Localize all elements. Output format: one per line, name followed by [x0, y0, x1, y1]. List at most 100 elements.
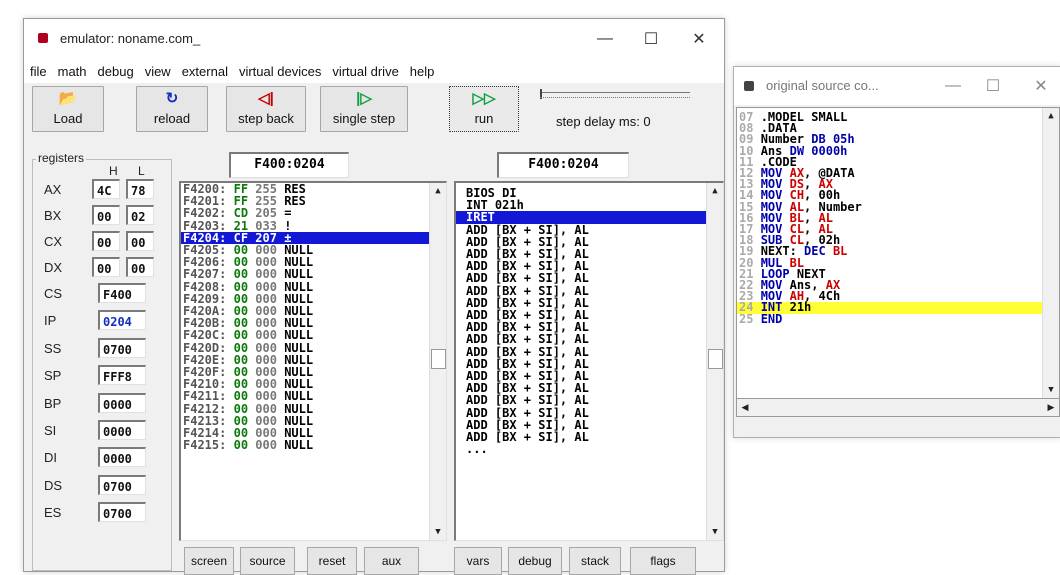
single-step-label: single step	[332, 111, 396, 126]
aux-button[interactable]: aux	[364, 547, 419, 575]
register-dx-low[interactable]: 00	[126, 257, 154, 277]
register-ip-value[interactable]: 0204	[98, 310, 146, 331]
emulator-app-icon	[38, 33, 48, 43]
register-label-bx: BX	[44, 208, 62, 223]
scroll-thumb[interactable]	[431, 349, 446, 369]
close-button[interactable]: ✕	[676, 19, 722, 59]
memory-list[interactable]: F4200: FF 255 RES F4201: FF 255 RES F4202:…	[179, 181, 447, 541]
register-label-cs: CS	[44, 286, 63, 301]
run-button[interactable]: ▷▷ run	[449, 86, 519, 132]
register-label-ip: IP	[44, 313, 57, 329]
memory-char-value: NULL	[284, 438, 314, 453]
register-ax-high[interactable]: 4C	[92, 179, 120, 199]
scroll-down-icon[interactable]: ▼	[1043, 382, 1059, 398]
stack-button[interactable]: stack	[569, 547, 621, 575]
source-token: END	[760, 311, 783, 326]
register-label-cx: CX	[44, 234, 63, 249]
vars-button[interactable]: vars	[454, 547, 502, 575]
register-sp-value[interactable]: FFF8	[98, 365, 146, 386]
register-cx-high[interactable]: 00	[92, 231, 120, 251]
title-bar[interactable]: emulator: noname.com_ — ☐ ✕	[24, 19, 724, 59]
register-bp-value[interactable]: 0000	[98, 392, 146, 413]
memory-address: F4215:	[183, 438, 227, 453]
load-button[interactable]: 📂 Load	[32, 86, 104, 132]
menu-item-math[interactable]: math	[58, 64, 87, 79]
disassembly-instruction: ...	[466, 442, 488, 457]
single-step-button[interactable]: |▷ single step	[320, 86, 408, 132]
source-scrollbar[interactable]: ▲ ▼	[1042, 108, 1059, 398]
memory-address-field[interactable]: F400:0204	[229, 152, 349, 178]
register-cx-low[interactable]: 00	[126, 231, 154, 251]
menu-item-view[interactable]: view	[145, 64, 171, 79]
register-di-value[interactable]: 0000	[98, 447, 146, 468]
register-label-ax: AX	[44, 182, 62, 197]
run-label: run	[474, 111, 494, 126]
source-code-view[interactable]: 07 .MODEL SMALL 08 .DATA 09 Number DB 05h 1…	[736, 107, 1060, 399]
menu-item-debug[interactable]: debug	[98, 64, 134, 79]
register-label-si: SI	[44, 423, 57, 438]
register-si-value[interactable]: 0000	[98, 420, 146, 440]
screen-button[interactable]: screen	[184, 547, 234, 575]
disassembly-address-field[interactable]: F400:0204	[497, 152, 629, 178]
menu-item-virtual-drive[interactable]: virtual drive	[332, 64, 398, 79]
register-label-sp: SP	[44, 368, 62, 384]
source-window-title: original source co...	[766, 78, 879, 93]
scroll-down-icon[interactable]: ▼	[430, 524, 446, 540]
register-dx-high[interactable]: 00	[92, 257, 120, 277]
source-line[interactable]: 25 END	[737, 311, 1042, 326]
register-ss-value[interactable]: 0700	[98, 337, 146, 358]
step-delay-slider[interactable]	[540, 89, 690, 107]
disassembly-row[interactable]: ...	[456, 443, 706, 455]
scroll-up-icon[interactable]: ▲	[707, 183, 723, 199]
maximize-button[interactable]: ☐	[628, 19, 674, 59]
source-line[interactable]: 24 INT 21h	[737, 300, 1042, 315]
memory-scrollbar[interactable]: ▲ ▼	[429, 183, 446, 540]
source-title-bar[interactable]: original source co... — ☐ ✕	[734, 67, 1060, 105]
menu-item-help[interactable]: help	[410, 64, 435, 79]
minimize-button[interactable]: —	[582, 19, 628, 59]
source-button[interactable]: source	[240, 547, 295, 575]
registers-group-label: registers	[36, 151, 87, 165]
scroll-left-icon[interactable]: ◀	[737, 399, 753, 415]
register-ax-low[interactable]: 78	[126, 179, 154, 199]
scroll-up-icon[interactable]: ▲	[430, 183, 446, 199]
source-token: DW 0000h	[789, 143, 848, 158]
register-bx-high[interactable]: 00	[92, 205, 120, 225]
menu-item-external[interactable]: external	[182, 64, 228, 79]
register-ds-value[interactable]: 0700	[98, 474, 146, 495]
disassembly-list[interactable]: BIOS DI INT 021h IRET ADD [BX + SI], AL ADD …	[454, 181, 724, 541]
source-token: 21h	[789, 300, 812, 315]
scroll-thumb[interactable]	[708, 349, 723, 369]
register-bx-low[interactable]: 02	[126, 205, 154, 225]
slider-track	[540, 92, 690, 93]
reload-label: reload	[153, 111, 191, 126]
source-window: original source co... — ☐ ✕ 07 .MODEL SM…	[733, 66, 1060, 438]
reset-button[interactable]: reset	[307, 547, 357, 575]
debug-button[interactable]: debug	[508, 547, 562, 575]
register-es-value[interactable]: 0700	[98, 502, 146, 523]
step-back-label: step back	[238, 111, 294, 126]
source-close-button[interactable]: ✕	[1018, 67, 1060, 105]
memory-hex-value: 00	[233, 438, 249, 453]
step-back-button[interactable]: ◁| step back	[226, 86, 306, 132]
line-number: 25	[739, 311, 754, 326]
disassembly-row[interactable]: ADD [BX + SI], AL	[456, 431, 706, 443]
window-title: emulator: noname.com_	[60, 31, 201, 46]
menu-item-virtual-devices[interactable]: virtual devices	[239, 64, 321, 79]
register-label-es: ES	[44, 505, 62, 521]
scroll-right-icon[interactable]: ▶	[1043, 399, 1059, 415]
load-label: Load	[53, 111, 83, 126]
register-label-di: DI	[44, 450, 57, 466]
scroll-up-icon[interactable]: ▲	[1043, 108, 1059, 124]
flags-button[interactable]: flags	[630, 547, 696, 575]
memory-row[interactable]: F4215: 00 000 NULL	[181, 439, 429, 451]
source-maximize-button[interactable]: ☐	[970, 67, 1016, 105]
folder-open-icon: 📂	[58, 90, 78, 107]
disassembly-scrollbar[interactable]: ▲ ▼	[706, 183, 723, 540]
scroll-down-icon[interactable]: ▼	[707, 524, 723, 540]
register-cs-value[interactable]: F400	[98, 283, 146, 303]
menu-item-file[interactable]: file	[30, 64, 47, 79]
source-horizontal-scrollbar[interactable]: ◀ ▶	[736, 398, 1060, 417]
emulator-window: emulator: noname.com_ — ☐ ✕ file math debu…	[23, 18, 725, 575]
reload-button[interactable]: ↻ reload	[136, 86, 208, 132]
